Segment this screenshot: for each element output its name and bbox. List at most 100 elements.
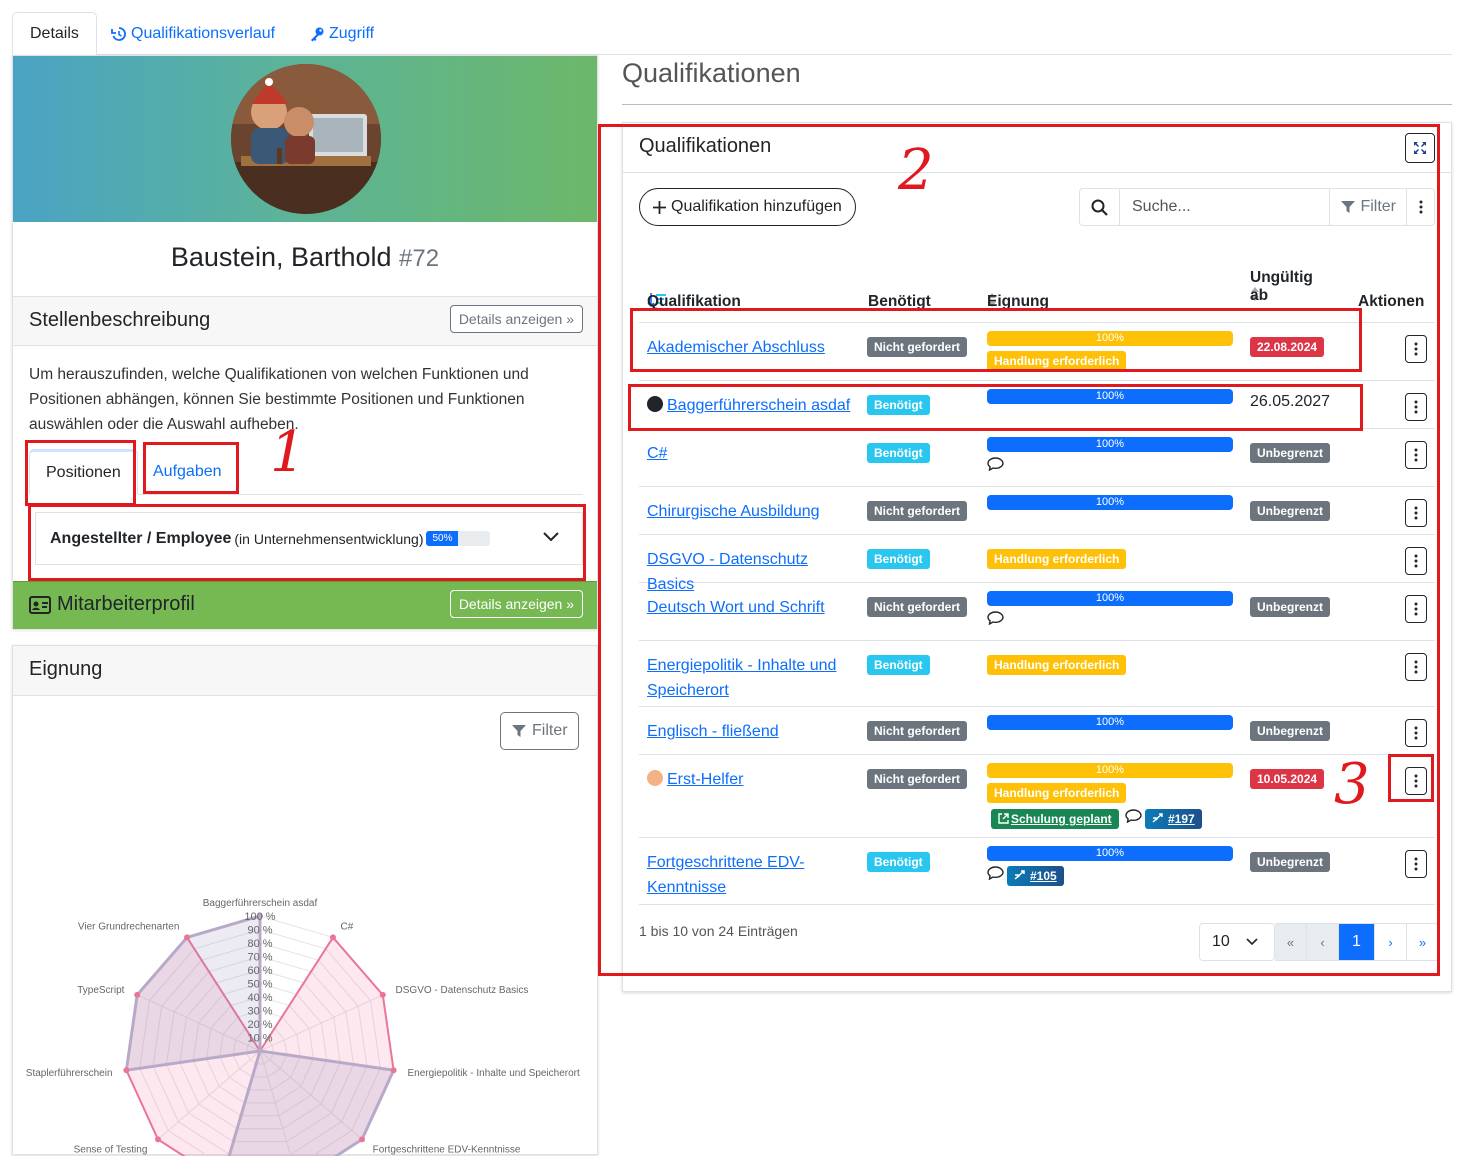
suitability-progress: 100% [987, 331, 1233, 346]
qualification-link[interactable]: Fortgeschrittene EDV-Kenntnisse [647, 854, 804, 896]
tab-zugriff[interactable]: Zugriff [292, 12, 391, 55]
col-ungueltig-ab[interactable]: Ungültig ab [1250, 269, 1260, 306]
comment-icon[interactable] [987, 611, 1004, 629]
eignung-card: Eignung Filter 100 %90 %80 %70 %60 %50 %… [12, 645, 598, 1155]
page-size-value: 10 [1212, 933, 1230, 951]
tab-details[interactable]: Details [12, 12, 97, 55]
action-required-badge: Handlung erforderlich [987, 655, 1126, 675]
position-accordion[interactable]: Angestellter / Employee (in Unternehmens… [35, 512, 583, 565]
row-actions-button[interactable] [1405, 547, 1427, 575]
qualification-link[interactable]: C# [647, 445, 667, 462]
ticket-badge[interactable]: #197 [1145, 809, 1202, 829]
page-next[interactable]: › [1375, 923, 1407, 961]
eignung-title: Eignung [29, 658, 102, 681]
row-actions-button[interactable] [1405, 393, 1427, 421]
col-aktionen: Aktionen [1358, 293, 1424, 311]
row-actions-button[interactable] [1405, 719, 1427, 747]
invalid-from-badge: Unbegrenzt [1250, 597, 1330, 617]
employee-profile-details-button[interactable]: Details anzeigen » [450, 590, 583, 618]
radar-point [359, 1136, 365, 1142]
page-current[interactable]: 1 [1339, 923, 1375, 961]
qualification-link[interactable]: Akademischer Abschluss [647, 339, 825, 356]
title-divider [622, 104, 1452, 105]
search-more-button[interactable] [1406, 189, 1434, 225]
table-row: Akademischer AbschlussNicht gefordert100… [639, 323, 1435, 381]
action-required-badge: Handlung erforderlich [987, 351, 1126, 371]
expand-button[interactable] [1405, 133, 1435, 163]
job-description-title: Stellenbeschreibung [29, 309, 210, 332]
row-actions-button[interactable] [1405, 335, 1427, 363]
qualification-link[interactable]: Deutsch Wort und Schrift [647, 599, 825, 616]
training-planned-badge[interactable]: Schulung geplant [991, 809, 1119, 829]
history-icon [111, 26, 127, 42]
radar-tick-label: 80 % [247, 938, 272, 950]
page-last[interactable]: » [1407, 923, 1439, 961]
filter-icon [1340, 200, 1356, 214]
page-first[interactable]: « [1275, 923, 1307, 961]
row-actions-button[interactable] [1405, 653, 1427, 681]
add-qualification-label: Qualifikation hinzufügen [671, 198, 842, 216]
search-group: Suche... Filter [1079, 188, 1435, 226]
radar-tick-label: 100 % [244, 911, 275, 923]
qualification-link[interactable]: Englisch - fließend [647, 723, 779, 740]
training-planned-label: Schulung geplant [1011, 812, 1112, 826]
radar-axis-label: TypeScript [77, 985, 124, 996]
radar-tick-label: 70 % [247, 952, 272, 964]
qualification-link[interactable]: Baggerführerschein asdaf [667, 397, 850, 414]
ticket-badge[interactable]: #105 [1007, 866, 1064, 886]
required-badge: Nicht gefordert [867, 597, 967, 617]
page-prev[interactable]: ‹ [1307, 923, 1339, 961]
table-row: Deutsch Wort und SchriftNicht gefordert1… [639, 583, 1435, 641]
qualification-link[interactable]: Erst-Helfer [667, 771, 743, 788]
row-actions-button[interactable] [1405, 441, 1427, 469]
radar-axis-label: Energiepolitik - Inhalte und Speicherort [407, 1068, 580, 1079]
eignung-filter-button[interactable]: Filter [500, 712, 579, 750]
table-filter-button[interactable]: Filter [1329, 189, 1406, 225]
expand-icon [1413, 141, 1427, 155]
more-vertical-icon [1414, 400, 1418, 414]
required-badge: Benötigt [867, 395, 930, 415]
suitability-progress: 100% [987, 763, 1233, 778]
main-tabs: Details Qualifikationsverlauf Zugriff [12, 12, 1452, 55]
required-badge: Nicht gefordert [867, 501, 967, 521]
qualifications-card-header: Qualifikationen [623, 123, 1451, 173]
tab-positionen[interactable]: Positionen [29, 449, 138, 495]
col-eignung[interactable]: Eignung [987, 293, 997, 312]
radar-point [155, 1136, 161, 1142]
comment-icon[interactable] [987, 866, 1004, 884]
table-row: Energiepolitik - Inhalte und Speicherort… [639, 641, 1435, 707]
page-size-select[interactable]: 10 [1199, 923, 1275, 961]
more-vertical-icon [1414, 448, 1418, 462]
invalid-from-badge: Unbegrenzt [1250, 501, 1330, 521]
tab-qualifikationsverlauf-label: Qualifikationsverlauf [131, 25, 275, 43]
add-qualification-button[interactable]: Qualifikation hinzufügen [639, 188, 856, 226]
comment-icon[interactable] [987, 457, 1004, 475]
tab-aufgaben[interactable]: Aufgaben [137, 449, 238, 495]
radar-tick-label: 60 % [247, 965, 272, 977]
row-actions-button[interactable] [1405, 850, 1427, 878]
employee-profile-title: Mitarbeiterprofil [29, 593, 195, 616]
row-actions-button[interactable] [1405, 595, 1427, 623]
col-eignung-label: Eignung [987, 293, 1049, 311]
annotation-number-3: 3 [1334, 752, 1370, 817]
profile-card: Baustein, Barthold #72 Stellenbeschreibu… [12, 55, 598, 629]
tab-qualifikationsverlauf[interactable]: Qualifikationsverlauf [94, 12, 292, 55]
key-icon [309, 26, 325, 42]
qualification-link[interactable]: Energiepolitik - Inhalte und Speicherort [647, 657, 836, 699]
row-actions-button[interactable] [1405, 767, 1427, 795]
radar-axis-label: Vier Grundrechenarten [78, 922, 180, 933]
position-department: (in Unternehmensentwicklung) [234, 531, 423, 547]
more-vertical-icon [1414, 554, 1418, 568]
job-details-button[interactable]: Details anzeigen » [450, 305, 583, 333]
comment-icon[interactable] [1125, 809, 1142, 827]
suitability-progress: 100% [987, 437, 1233, 452]
tab-zugriff-label: Zugriff [329, 25, 374, 43]
qualification-name-cell: C# [647, 441, 857, 466]
more-vertical-icon [1414, 506, 1418, 520]
required-badge: Benötigt [867, 549, 930, 569]
row-actions-button[interactable] [1405, 499, 1427, 527]
annotation-number-2: 2 [898, 138, 934, 203]
qualification-link[interactable]: Chirurgische Ausbildung [647, 503, 820, 520]
search-input[interactable]: Suche... [1120, 198, 1329, 216]
col-qualifikation[interactable]: Qualifikation [647, 293, 667, 311]
